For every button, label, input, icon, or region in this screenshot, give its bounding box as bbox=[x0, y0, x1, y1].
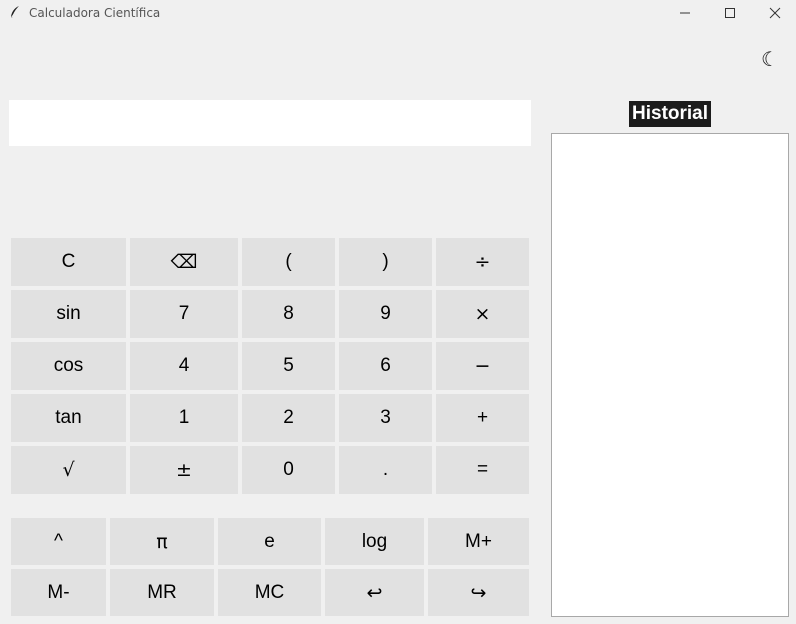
equals-button[interactable]: = bbox=[436, 446, 529, 494]
backspace-button[interactable]: ⌫ bbox=[130, 238, 238, 286]
digit-6-button[interactable]: 6 bbox=[339, 342, 432, 390]
multiply-button[interactable]: × bbox=[436, 290, 529, 338]
undo-button[interactable]: ↩ bbox=[325, 569, 424, 616]
pi-button[interactable]: π bbox=[110, 518, 214, 565]
maximize-icon bbox=[725, 8, 735, 18]
digit-3-button[interactable]: 3 bbox=[339, 394, 432, 442]
euler-button[interactable]: e bbox=[218, 518, 321, 565]
clear-button[interactable]: C bbox=[11, 238, 126, 286]
digit-1-button[interactable]: 1 bbox=[130, 394, 238, 442]
digit-7-button[interactable]: 7 bbox=[130, 290, 238, 338]
divide-button[interactable]: ÷ bbox=[436, 238, 529, 286]
maximize-button[interactable] bbox=[707, 0, 753, 26]
title-bar: Calculadora Científica bbox=[0, 0, 796, 26]
memory-add-button[interactable]: M+ bbox=[428, 518, 529, 565]
digit-0-button[interactable]: 0 bbox=[242, 446, 335, 494]
plus-minus-button[interactable]: ± bbox=[130, 446, 238, 494]
history-title: Historial bbox=[629, 101, 712, 127]
minimize-icon bbox=[680, 12, 690, 14]
window-title: Calculadora Científica bbox=[29, 6, 161, 20]
history-list[interactable] bbox=[551, 133, 789, 617]
memory-recall-button[interactable]: MR bbox=[110, 569, 214, 616]
sin-button[interactable]: sin bbox=[11, 290, 126, 338]
tan-button[interactable]: tan bbox=[11, 394, 126, 442]
minimize-button[interactable] bbox=[662, 0, 708, 26]
close-paren-button[interactable]: ) bbox=[339, 238, 432, 286]
memory-clear-button[interactable]: MC bbox=[218, 569, 321, 616]
feather-icon bbox=[8, 5, 22, 19]
add-button[interactable]: + bbox=[436, 394, 529, 442]
open-paren-button[interactable]: ( bbox=[242, 238, 335, 286]
sqrt-button[interactable]: √ bbox=[11, 446, 126, 494]
digit-4-button[interactable]: 4 bbox=[130, 342, 238, 390]
power-button[interactable]: ^ bbox=[11, 518, 106, 565]
subtract-button[interactable]: − bbox=[436, 342, 529, 390]
digit-8-button[interactable]: 8 bbox=[242, 290, 335, 338]
digit-2-button[interactable]: 2 bbox=[242, 394, 335, 442]
expression-display[interactable] bbox=[9, 100, 531, 146]
close-button[interactable] bbox=[752, 0, 796, 26]
close-icon bbox=[769, 7, 781, 19]
redo-button[interactable]: ↪ bbox=[428, 569, 529, 616]
decimal-button[interactable]: . bbox=[339, 446, 432, 494]
cos-button[interactable]: cos bbox=[11, 342, 126, 390]
digit-9-button[interactable]: 9 bbox=[339, 290, 432, 338]
memory-subtract-button[interactable]: M- bbox=[11, 569, 106, 616]
log-button[interactable]: log bbox=[325, 518, 424, 565]
digit-5-button[interactable]: 5 bbox=[242, 342, 335, 390]
theme-toggle-moon-icon[interactable]: ☾ bbox=[758, 46, 782, 72]
